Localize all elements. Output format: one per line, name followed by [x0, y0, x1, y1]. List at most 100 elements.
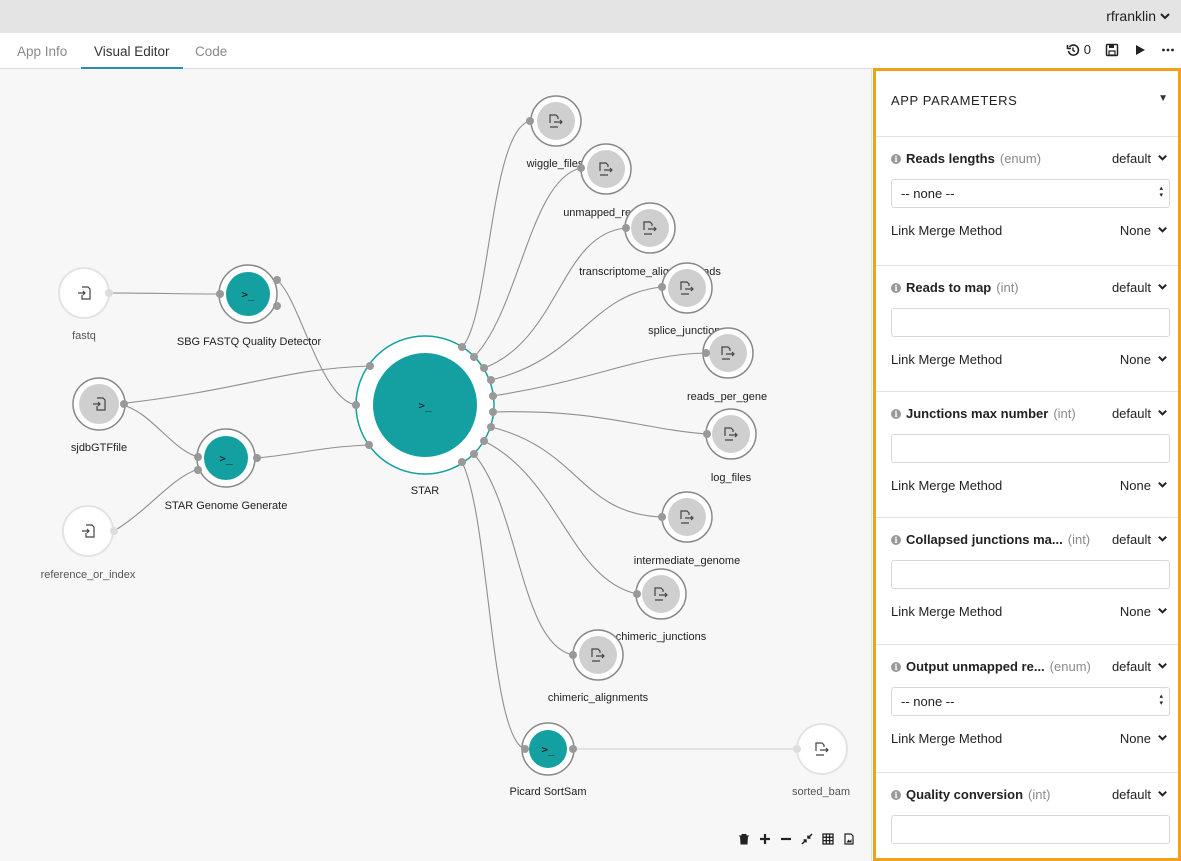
- zoom-in-button[interactable]: [759, 833, 771, 845]
- workflow-graph[interactable]: fastq sjdbGTFfile reference_or_index >_: [0, 69, 872, 861]
- terminal-icon: >_: [219, 452, 233, 465]
- parameter-input[interactable]: [891, 815, 1170, 844]
- revision-history-button[interactable]: 0: [1066, 42, 1091, 57]
- fit-to-view-button[interactable]: [801, 833, 813, 845]
- link-merge-dropdown[interactable]: None: [1120, 731, 1168, 746]
- edge: [117, 403, 199, 458]
- link-merge-value: None: [1119, 478, 1151, 493]
- edge: [483, 227, 627, 369]
- node-label: wiggle_files: [526, 158, 584, 170]
- node-label: chimeric_junctions: [616, 631, 707, 643]
- grid-icon: [822, 833, 834, 845]
- edge: [108, 292, 221, 295]
- node-label: reads_per_gene: [687, 391, 767, 403]
- default-value-dropdown[interactable]: default: [1112, 787, 1168, 802]
- info-icon[interactable]: i: [891, 153, 901, 164]
- terminal-icon: >_: [541, 743, 555, 756]
- edge: [492, 352, 707, 397]
- parameter-block: i Output unmapped re... (enum) default -- no…: [876, 644, 1178, 771]
- output-node-wiggle-files[interactable]: wiggle_files: [526, 95, 584, 170]
- delete-button[interactable]: [738, 833, 750, 845]
- link-merge-dropdown[interactable]: None: [1120, 223, 1168, 238]
- top-bar: rfranklin: [0, 0, 1181, 33]
- parameter-type: (enum): [999, 151, 1042, 166]
- parameter-block: i Reads to map (int) default Link Merge Meth…: [876, 265, 1178, 392]
- tool-node-picard-sortsam[interactable]: >_ Picard SortSam: [509, 722, 587, 798]
- output-node-log-files[interactable]: log_files: [703, 408, 757, 484]
- parameter-input[interactable]: [891, 434, 1170, 463]
- parameter-input[interactable]: [891, 560, 1170, 589]
- default-value-dropdown[interactable]: default: [1112, 280, 1168, 295]
- export-image-button[interactable]: [843, 833, 855, 845]
- chevron-down-icon: [1157, 604, 1168, 619]
- chevron-down-icon: [1157, 478, 1168, 493]
- parameter-select[interactable]: -- none --: [891, 687, 1170, 716]
- workflow-canvas[interactable]: fastq sjdbGTFfile reference_or_index >_: [0, 69, 872, 861]
- input-node-reference-or-index[interactable]: reference_or_index: [41, 505, 136, 581]
- info-icon[interactable]: i: [891, 282, 901, 293]
- save-icon: [1105, 43, 1119, 56]
- node-label: STAR: [411, 485, 440, 497]
- tab-code[interactable]: Code: [195, 44, 227, 59]
- output-node-reads-per-gene[interactable]: reads_per_gene: [687, 327, 767, 403]
- parameter-header: i Quality conversion (int): [891, 787, 1050, 802]
- info-icon[interactable]: i: [891, 534, 901, 545]
- default-value-dropdown[interactable]: default: [1112, 659, 1168, 674]
- user-menu[interactable]: rfranklin: [1106, 8, 1171, 24]
- compress-icon: [801, 833, 813, 845]
- parameter-name: Reads to map: [906, 280, 992, 295]
- image-file-icon: [844, 833, 854, 845]
- edge: [461, 461, 526, 750]
- output-node-chimeric-junctions[interactable]: chimeric_junctions: [616, 568, 707, 643]
- edge: [490, 426, 663, 518]
- parameter-block: iQuality conversion(int)defaultLink Merg…: [876, 772, 1178, 858]
- tab-app-info[interactable]: App Info: [17, 44, 67, 59]
- edge: [473, 453, 574, 656]
- info-icon[interactable]: i: [891, 408, 901, 419]
- zoom-out-button[interactable]: [780, 833, 792, 845]
- parameter-block: i Reads lengths (enum) default -- none -- Lin…: [876, 136, 1178, 263]
- more-options-button[interactable]: [1161, 43, 1175, 57]
- chevron-down-icon: [1157, 731, 1168, 746]
- link-merge-dropdown[interactable]: None: [1120, 478, 1168, 493]
- parameter-type: (int): [1067, 532, 1091, 547]
- chevron-down-icon: [1157, 532, 1168, 547]
- chevron-down-icon: [1157, 280, 1168, 295]
- tab-visual-editor[interactable]: Visual Editor: [94, 44, 170, 59]
- node-label: sjdbGTFfile: [71, 442, 127, 454]
- run-button[interactable]: [1133, 43, 1147, 57]
- parameter-name: Reads lengths: [906, 151, 995, 166]
- link-merge-dropdown[interactable]: None: [1120, 604, 1168, 619]
- edge: [256, 444, 370, 459]
- link-merge-value: None: [1119, 604, 1151, 619]
- default-value-dropdown[interactable]: default: [1112, 532, 1168, 547]
- link-merge-dropdown[interactable]: None: [1120, 352, 1168, 367]
- default-label: default: [1111, 406, 1151, 421]
- info-icon[interactable]: i: [891, 661, 901, 672]
- auto-arrange-button[interactable]: [822, 833, 834, 845]
- save-button[interactable]: [1105, 43, 1119, 57]
- app-parameters-panel: APP PARAMETERS ▼ i Reads lengths (enum) def…: [873, 68, 1181, 861]
- default-label: default: [1111, 787, 1151, 802]
- collapse-panel-caret-icon[interactable]: ▼: [1158, 93, 1168, 104]
- tool-node-star-genome-generate[interactable]: >_ STAR Genome Generate: [165, 428, 288, 512]
- parameter-input[interactable]: [891, 308, 1170, 337]
- input-node-fastq[interactable]: fastq: [58, 267, 113, 342]
- info-icon[interactable]: i: [891, 789, 901, 800]
- link-merge-label: Link Merge Method: [891, 223, 1003, 238]
- parameter-type: (int): [1053, 406, 1076, 421]
- output-node-intermediate-genome[interactable]: intermediate_genome: [634, 491, 740, 567]
- output-node-sorted-bam[interactable]: sorted_bam: [792, 723, 850, 798]
- edge: [473, 167, 582, 358]
- tool-node-star[interactable]: >_ STAR: [352, 335, 497, 497]
- tool-node-sbg-fastq-quality-detector[interactable]: >_ SBG FASTQ Quality Detector: [177, 264, 322, 348]
- input-node-sjdbgtffile[interactable]: sjdbGTFfile: [71, 377, 128, 454]
- parameter-type: (enum): [1049, 659, 1091, 674]
- default-label: default: [1111, 280, 1151, 295]
- chevron-down-icon: [1157, 352, 1168, 367]
- chevron-down-icon: [1157, 223, 1168, 238]
- parameter-select[interactable]: -- none --: [891, 179, 1170, 208]
- chevron-down-icon: [1157, 787, 1168, 802]
- default-value-dropdown[interactable]: default: [1112, 406, 1168, 421]
- default-value-dropdown[interactable]: default: [1112, 151, 1168, 166]
